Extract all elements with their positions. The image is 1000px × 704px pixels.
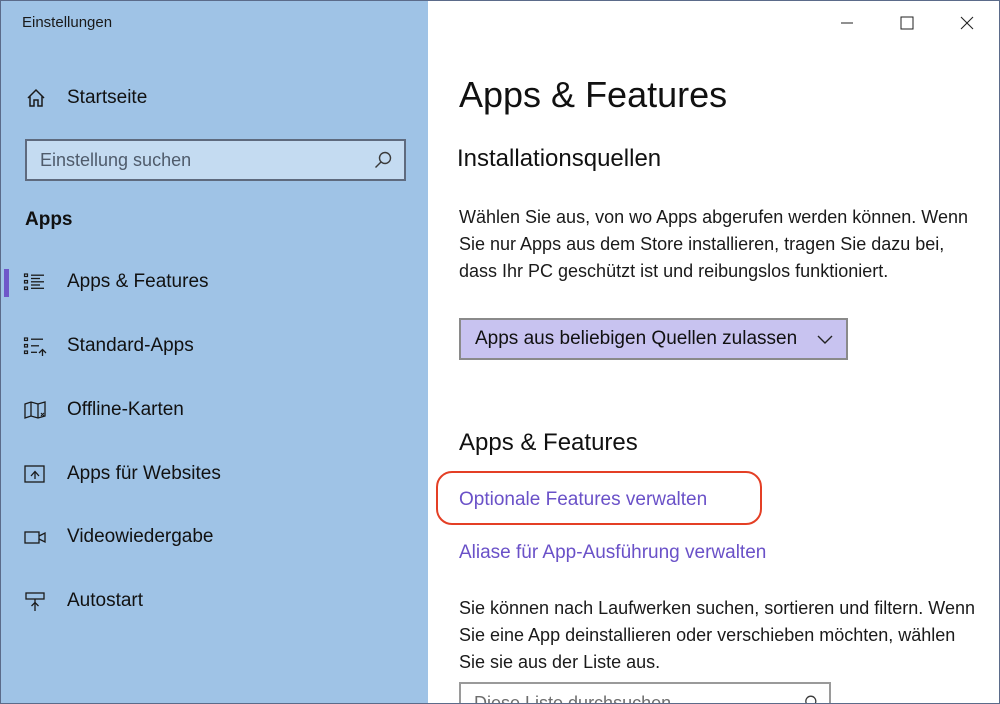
main-content: Apps & Features Installationsquellen Wäh… — [428, 1, 999, 704]
chevron-down-icon — [817, 335, 833, 344]
dropdown-selected-value: Apps aus beliebigen Quellen zulassen — [475, 328, 798, 349]
apps-websites-icon — [24, 465, 45, 483]
page-title: Apps & Features — [459, 74, 728, 115]
apps-features-heading: Apps & Features — [459, 429, 638, 456]
search-icon[interactable] — [799, 693, 819, 704]
sidebar-item-label: Apps für Websites — [67, 463, 221, 484]
sidebar-item-startup[interactable]: Autostart — [1, 578, 428, 624]
sidebar-item-label: Offline-Karten — [67, 399, 184, 420]
sidebar-item-label: Videowiedergabe — [67, 526, 214, 547]
sidebar-item-label: Autostart — [67, 590, 144, 611]
sidebar: Einstellungen Startseite Apps — [1, 1, 428, 703]
section-label-apps: Apps — [25, 209, 73, 230]
sidebar-item-label: Standard-Apps — [67, 335, 194, 356]
sidebar-item-label: Apps & Features — [67, 271, 209, 292]
home-icon — [27, 88, 45, 107]
map-icon — [24, 401, 46, 419]
app-execution-aliases-link[interactable]: Aliase für App-Ausführung verwalten — [459, 542, 766, 564]
sidebar-item-default-apps[interactable]: Standard-Apps — [1, 323, 428, 369]
settings-window: Einstellungen Startseite Apps — [0, 0, 1000, 704]
settings-search-input[interactable] — [27, 140, 372, 180]
maximize-icon — [900, 16, 914, 30]
apps-list-search-input[interactable] — [461, 683, 799, 703]
install-sources-heading: Installationsquellen — [457, 145, 662, 172]
apps-list-search-box[interactable] — [459, 682, 831, 704]
settings-search-box[interactable] — [25, 139, 406, 181]
install-source-dropdown[interactable]: Apps aus beliebigen Quellen zulassen — [459, 318, 848, 360]
maximize-button[interactable] — [887, 9, 927, 37]
selected-indicator — [4, 269, 9, 297]
default-apps-icon — [23, 337, 47, 356]
window-title: Einstellungen — [22, 14, 113, 31]
home-nav-item[interactable]: Startseite — [25, 85, 147, 111]
sidebar-item-apps-features[interactable]: Apps & Features — [1, 259, 428, 305]
home-label: Startseite — [67, 87, 148, 108]
apps-features-list-icon — [23, 273, 44, 291]
video-playback-icon — [24, 531, 46, 544]
sidebar-item-offline-maps[interactable]: Offline-Karten — [1, 387, 428, 433]
sidebar-item-video-playback[interactable]: Videowiedergabe — [1, 514, 428, 560]
startup-icon — [25, 592, 45, 611]
install-sources-description: Wählen Sie aus, von wo Apps abgerufen we… — [459, 207, 969, 281]
optional-features-link[interactable]: Optionale Features verwalten — [459, 489, 707, 511]
close-button[interactable] — [947, 9, 987, 37]
sidebar-item-apps-websites[interactable]: Apps für Websites — [1, 451, 428, 497]
minimize-icon — [841, 22, 853, 24]
search-icon[interactable] — [372, 149, 394, 171]
minimize-button[interactable] — [827, 9, 867, 37]
apps-list-description: Sie können nach Laufwerken suchen, sorti… — [459, 598, 975, 672]
close-icon — [960, 16, 974, 30]
